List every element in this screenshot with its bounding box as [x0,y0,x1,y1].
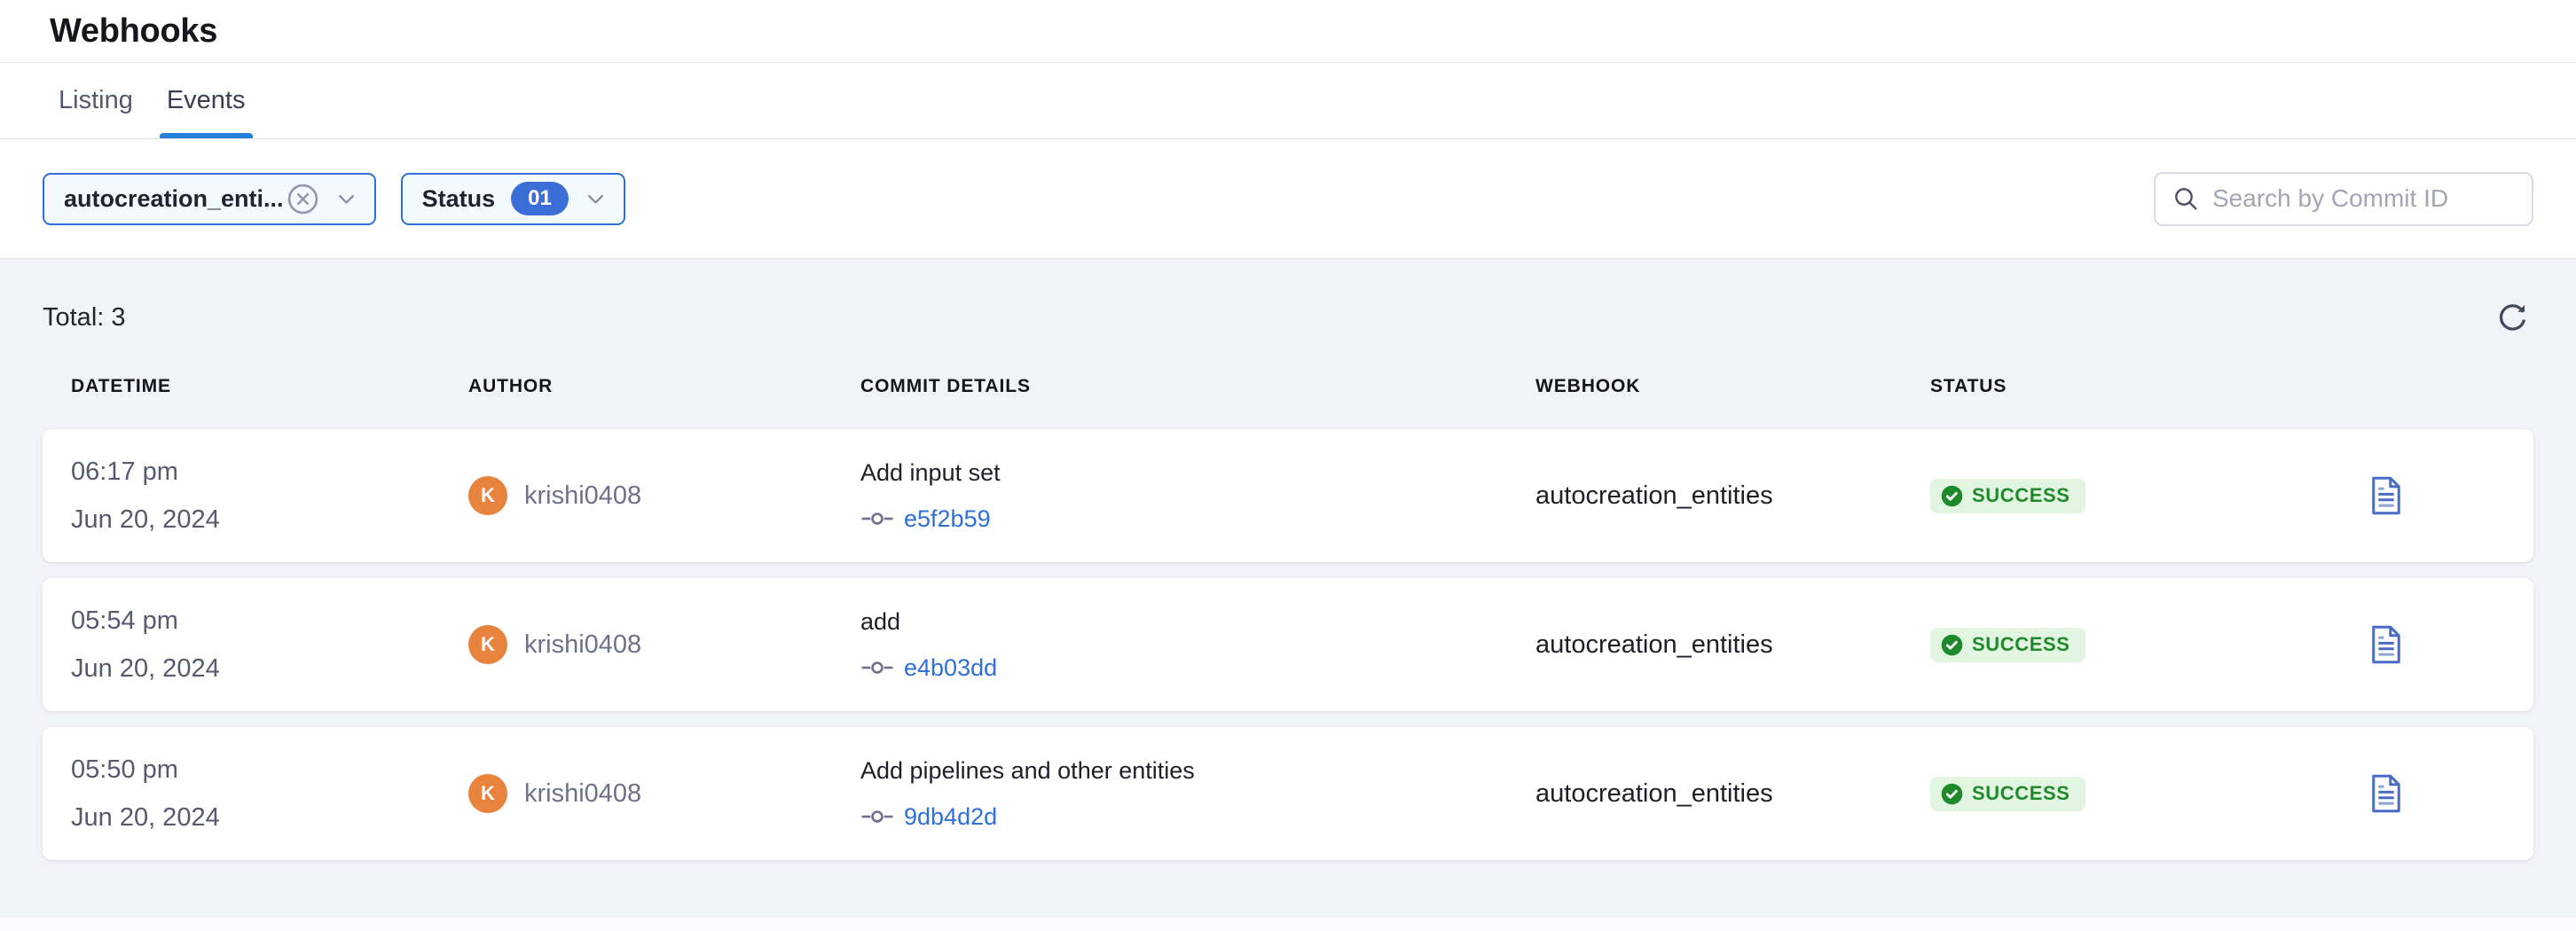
event-time: 05:54 pm [71,608,468,634]
search-box [2154,172,2533,226]
author-name: krishi0408 [524,481,641,511]
git-commit-icon [860,657,894,678]
search-icon [2172,184,2200,213]
author-cell: K krishi0408 [468,625,860,664]
footer-strip [0,918,2576,931]
avatar: K [468,476,507,515]
table-row[interactable]: 05:54 pm Jun 20, 2024 K krishi0408 add e… [43,578,2533,711]
refresh-button[interactable] [2491,296,2533,339]
table-row[interactable]: 05:50 pm Jun 20, 2024 K krishi0408 Add p… [43,727,2533,860]
results-toolbar: Total: 3 [43,259,2533,342]
status-text: SUCCESS [1972,782,2070,805]
commit-id-link[interactable]: e4b03dd [904,656,997,680]
datetime-cell: 05:54 pm Jun 20, 2024 [71,608,468,682]
webhook-filter-label: autocreation_enti... [64,185,284,213]
close-circle-icon[interactable] [287,183,319,215]
webhook-filter-chip[interactable]: autocreation_enti... [43,173,376,225]
commit-id-link[interactable]: 9db4d2d [904,805,997,829]
payload-details-icon[interactable] [2369,773,2403,814]
column-header-datetime: DATETIME [71,376,468,397]
commit-details-cell: Add input set e5f2b59 [860,460,1535,531]
webhook-name: autocreation_entities [1535,779,1930,809]
status-filter-label: Status [422,185,496,213]
table-row[interactable]: 06:17 pm Jun 20, 2024 K krishi0408 Add i… [43,429,2533,562]
status-text: SUCCESS [1972,484,2070,507]
avatar: K [468,625,507,664]
chevron-down-icon[interactable] [584,187,608,211]
commit-id-link[interactable]: e5f2b59 [904,507,991,531]
git-commit-icon [860,508,894,529]
column-header-status: STATUS [1930,376,2267,397]
payload-details-icon[interactable] [2369,475,2403,516]
chevron-down-icon[interactable] [334,187,358,211]
total-count: Total: 3 [43,303,126,332]
author-name: krishi0408 [524,779,641,809]
check-circle-icon [1940,484,1964,508]
column-header-webhook: WEBHOOK [1535,376,1930,397]
event-date: Jun 20, 2024 [71,507,468,533]
git-commit-icon [860,806,894,827]
check-circle-icon [1940,782,1964,806]
column-header-author: AUTHOR [468,376,860,397]
events-panel: Total: 3 DATETIME AUTHOR COMMIT DETAILS … [0,259,2576,918]
status-text: SUCCESS [1972,633,2070,656]
search-input[interactable] [2212,184,2533,213]
event-time: 06:17 pm [71,459,468,485]
tab-events[interactable]: Events [167,63,246,138]
webhook-name: autocreation_entities [1535,630,1930,660]
status-count-badge: 01 [511,182,569,215]
commit-message: Add pipelines and other entities [860,758,1535,785]
author-cell: K krishi0408 [468,476,860,515]
event-date: Jun 20, 2024 [71,656,468,682]
author-name: krishi0408 [524,630,641,660]
page-header: Webhooks [0,0,2576,63]
author-cell: K krishi0408 [468,774,860,813]
commit-details-cell: add e4b03dd [860,609,1535,680]
event-time: 05:50 pm [71,757,468,783]
refresh-icon [2496,301,2529,334]
datetime-cell: 06:17 pm Jun 20, 2024 [71,459,468,533]
event-date: Jun 20, 2024 [71,805,468,831]
page-title: Webhooks [50,12,217,51]
column-header-commit-details: COMMIT DETAILS [860,376,1535,397]
commit-details-cell: Add pipelines and other entities 9db4d2d [860,758,1535,829]
avatar: K [468,774,507,813]
filter-bar: autocreation_enti... Status 01 [0,139,2576,259]
tab-bar: Listing Events [0,63,2576,139]
datetime-cell: 05:50 pm Jun 20, 2024 [71,757,468,831]
payload-details-icon[interactable] [2369,624,2403,665]
commit-message: add [860,609,1535,636]
webhook-name: autocreation_entities [1535,481,1930,511]
commit-message: Add input set [860,460,1535,487]
status-filter-chip[interactable]: Status 01 [401,173,625,225]
status-badge: SUCCESS [1930,479,2085,513]
status-badge: SUCCESS [1930,628,2085,662]
table-header-row: DATETIME AUTHOR COMMIT DETAILS WEBHOOK S… [43,376,2533,397]
check-circle-icon [1940,633,1964,657]
tab-listing[interactable]: Listing [59,63,133,138]
status-badge: SUCCESS [1930,777,2085,811]
